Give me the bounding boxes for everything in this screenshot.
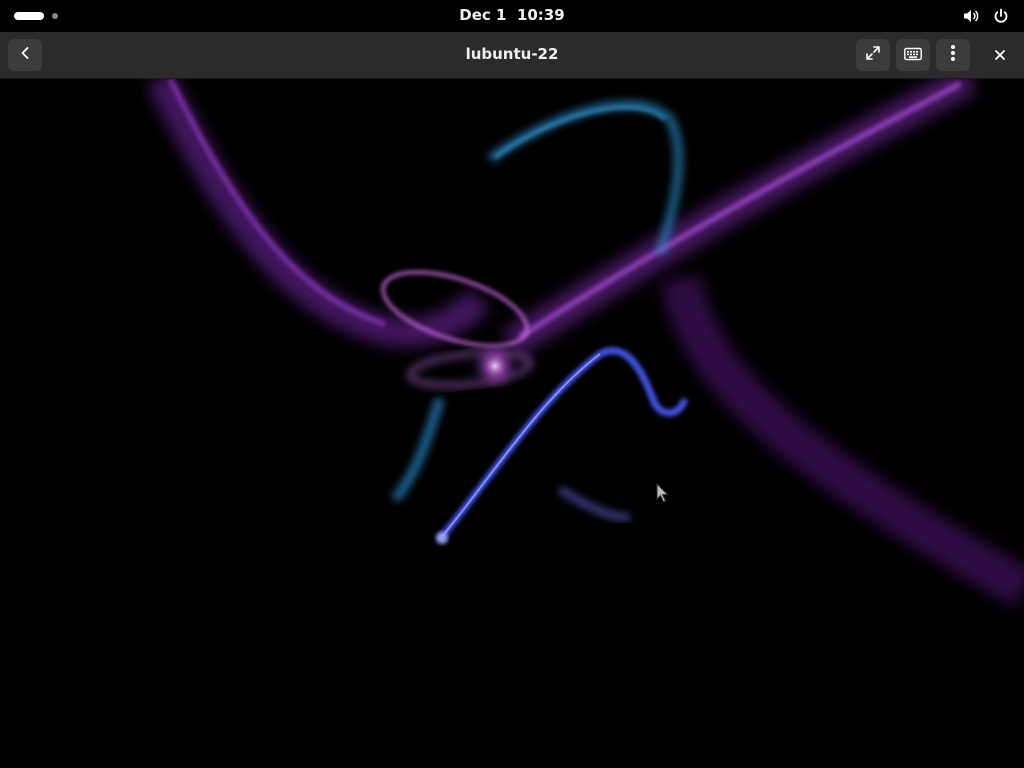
keyboard-icon [904, 46, 922, 65]
activities-indicator[interactable] [14, 12, 58, 20]
workspace-active-indicator [14, 12, 44, 20]
remote-desktop-view[interactable] [0, 79, 1024, 768]
power-icon[interactable] [992, 7, 1010, 29]
workspace-indicator [52, 13, 58, 19]
menu-button[interactable] [936, 39, 970, 71]
top-bar: Dec 1 10:39 [0, 0, 1024, 32]
close-button[interactable] [983, 39, 1017, 71]
clock-button[interactable]: Dec 1 10:39 [459, 6, 564, 24]
close-icon [994, 46, 1006, 65]
date-label: Dec 1 [459, 6, 507, 24]
window-header-bar: lubuntu-22 [0, 32, 1024, 79]
fullscreen-button[interactable] [856, 39, 890, 71]
menu-dots-icon [950, 44, 956, 66]
system-tray[interactable] [962, 7, 1010, 29]
fullscreen-icon [864, 44, 882, 66]
clock: Dec 1 10:39 [0, 6, 1024, 24]
volume-icon[interactable] [962, 7, 980, 29]
wallpaper-image [0, 79, 1024, 768]
keyboard-button[interactable] [896, 39, 930, 71]
time-label: 10:39 [516, 6, 565, 24]
mouse-cursor-icon [656, 483, 670, 503]
